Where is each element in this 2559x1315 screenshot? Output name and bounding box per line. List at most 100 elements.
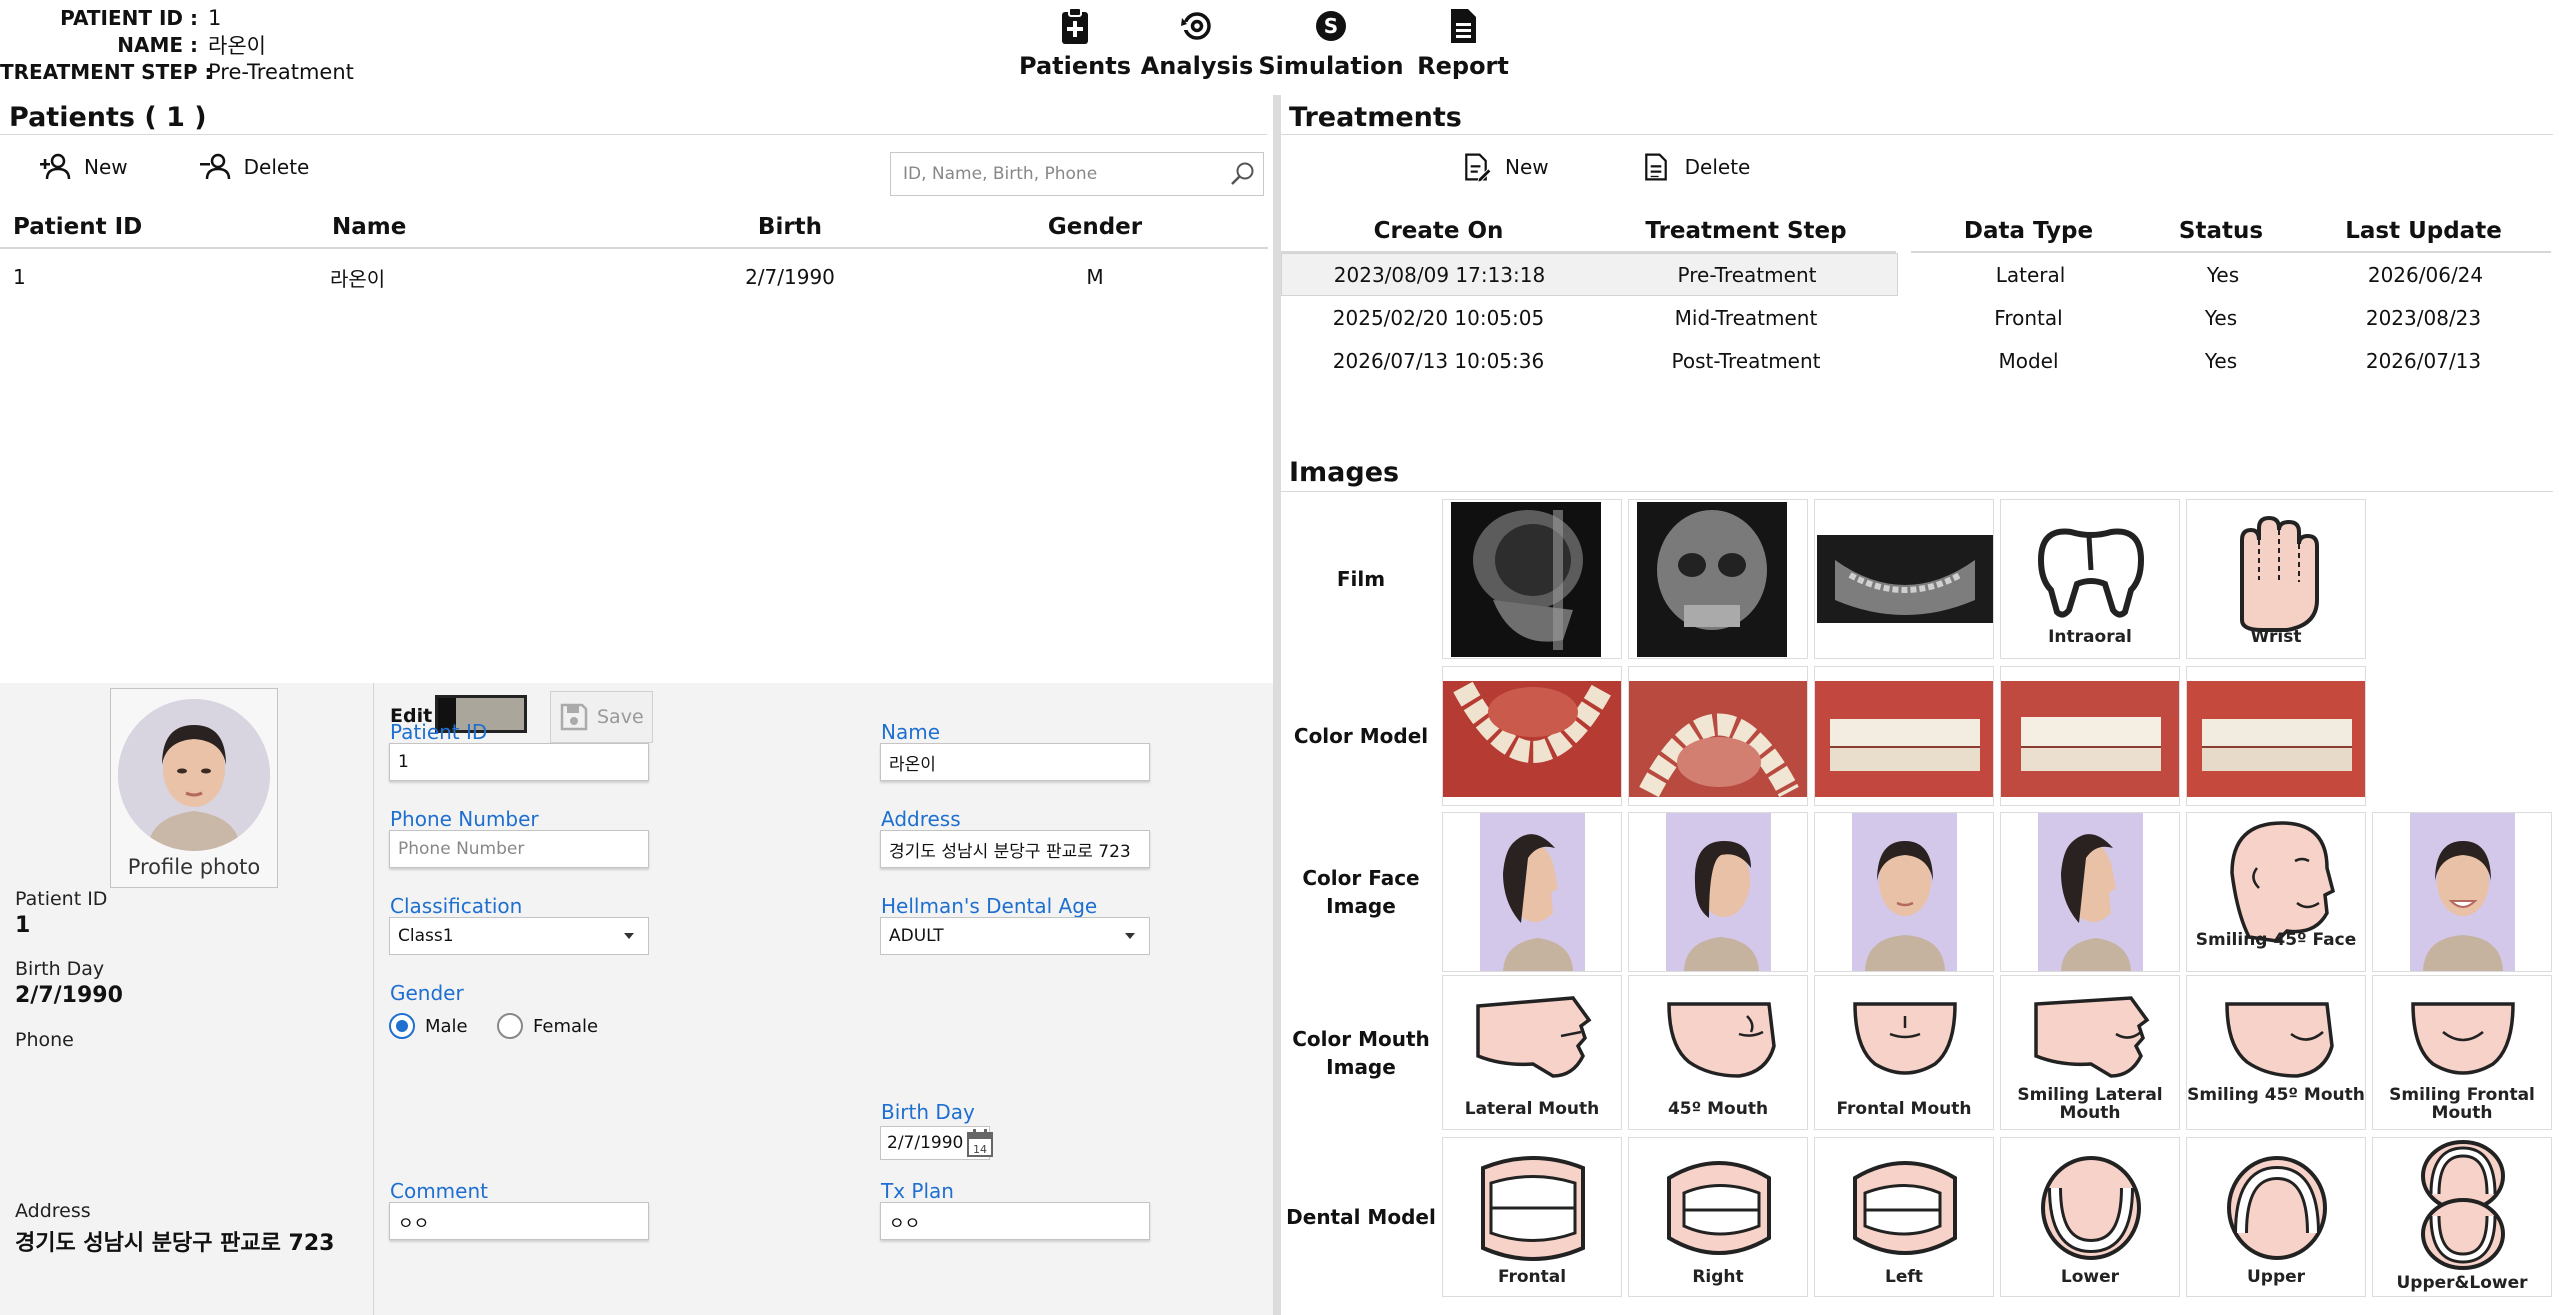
col-status[interactable]: Status — [2146, 218, 2296, 244]
col-treatment-step[interactable]: Treatment Step — [1596, 218, 1896, 244]
treatment-step-value: Pre-Treatment — [208, 59, 354, 84]
profile-photo-card[interactable]: Profile photo — [110, 688, 278, 888]
dental-upper-thumb[interactable]: Upper — [2186, 1137, 2366, 1297]
panoramic-xray-image — [1817, 535, 1993, 623]
thumb-caption: Left — [1885, 1267, 1923, 1287]
images-title: Images — [1281, 452, 2553, 492]
table-row[interactable]: 2023/08/09 17:13:18 Pre-Treatment Latera… — [1281, 253, 2555, 296]
intraoral-film-thumb[interactable]: Intraoral — [2000, 499, 2180, 659]
patient-search — [890, 152, 1264, 196]
address-field[interactable] — [880, 830, 1150, 868]
face-lateral-photo — [1480, 813, 1585, 971]
wrist-film-thumb[interactable]: Wrist — [2186, 499, 2366, 659]
col-last-update[interactable]: Last Update — [2296, 218, 2551, 244]
frontal-xray-image — [1637, 502, 1787, 657]
patient-id-label: PATIENT ID : — [60, 5, 198, 30]
dental-upper-lower-thumb[interactable]: Upper&Lower — [2372, 1137, 2552, 1297]
image-row-color-mouth: Color Mouth Image Lateral Mouth 45º Mout… — [1281, 975, 2559, 1130]
gender-male-radio[interactable]: Male — [389, 1013, 468, 1039]
pane-divider[interactable] — [1273, 95, 1281, 1315]
col-patient-id[interactable]: Patient ID — [0, 214, 320, 240]
thumb-caption: Right — [1692, 1267, 1744, 1287]
delete-patient-button[interactable]: Delete — [198, 152, 309, 182]
comment-field[interactable] — [389, 1202, 649, 1240]
txplan-field[interactable] — [880, 1202, 1150, 1240]
color-model-upper-thumb[interactable] — [1628, 666, 1808, 806]
dental-age-select[interactable]: ADULT — [880, 917, 1150, 955]
nav-simulation-button[interactable]: S Simulation — [1258, 0, 1404, 92]
patient-id-field-label: Patient ID — [390, 720, 488, 744]
dental-frontal-thumb[interactable]: Frontal — [1442, 1137, 1622, 1297]
save-icon — [560, 703, 588, 731]
col-data-type[interactable]: Data Type — [1911, 218, 2146, 244]
save-button[interactable]: Save — [550, 691, 653, 743]
mouth-frontal-thumb[interactable]: Frontal Mouth — [1814, 975, 1994, 1130]
face-frontal-thumb[interactable] — [1814, 812, 1994, 972]
nav-report-button[interactable]: Report — [1398, 0, 1528, 92]
summary-address-label: Address — [15, 1200, 91, 1222]
delete-treatment-button[interactable]: Delete — [1639, 152, 1750, 182]
face-45-thumb[interactable] — [1628, 812, 1808, 972]
search-icon[interactable] — [1223, 154, 1263, 194]
dental-left-thumb[interactable]: Left — [1814, 1137, 1994, 1297]
cell-data-type: Lateral — [1995, 262, 2066, 287]
nav-analysis-button[interactable]: Analysis — [1130, 0, 1264, 92]
calendar-icon[interactable]: 14 — [966, 1128, 994, 1158]
cell-gender: M — [1086, 265, 1104, 289]
mouth-smiling-lateral-thumb[interactable]: Smiling Lateral Mouth — [2000, 975, 2180, 1130]
face-smiling-frontal-thumb[interactable] — [2372, 812, 2552, 972]
new-treatment-button[interactable]: New — [1459, 152, 1549, 182]
treatments-toolbar: New Delete — [1281, 135, 2559, 199]
lateral-ceph-thumb[interactable] — [1442, 499, 1622, 659]
col-create-on[interactable]: Create On — [1281, 218, 1596, 244]
phone-field[interactable] — [389, 830, 649, 868]
face-smiling-45-thumb[interactable]: Smiling 45º Face — [2186, 812, 2366, 972]
color-model-right-thumb[interactable] — [1814, 666, 1994, 806]
panoramic-thumb[interactable] — [1814, 499, 1994, 659]
col-gender[interactable]: Gender — [930, 214, 1260, 240]
patient-id-field[interactable] — [389, 743, 649, 781]
gender-female-radio[interactable]: Female — [497, 1013, 598, 1039]
classification-select[interactable]: Class1 — [389, 917, 649, 955]
cell-data-type: Frontal — [1994, 305, 2063, 330]
summary-address-value: 경기도 성남시 분당구 판교로 723 — [15, 1231, 335, 1256]
search-input[interactable] — [891, 164, 1223, 184]
current-patient-info: PATIENT ID : 1 NAME : 라온이 TREATMENT STEP… — [0, 4, 400, 85]
cell-treatment-step: Pre-Treatment — [1677, 262, 1817, 287]
mouth-45-thumb[interactable]: 45º Mouth — [1628, 975, 1808, 1130]
thumb-caption: Lateral Mouth — [1464, 1099, 1600, 1119]
mouth-smiling-45-thumb[interactable]: Smiling 45º Mouth — [2186, 975, 2366, 1130]
mouth-smiling-frontal-thumb[interactable]: Smiling Frontal Mouth — [2372, 975, 2552, 1130]
new-patient-button[interactable]: New — [38, 152, 128, 182]
cell-status: Yes — [2204, 348, 2238, 373]
col-name[interactable]: Name — [320, 214, 650, 240]
summary-phone-label: Phone — [15, 1029, 74, 1051]
face-smiling-lateral-thumb[interactable] — [2000, 812, 2180, 972]
table-row[interactable]: 2026/07/13 10:05:36 Post-Treatment Model… — [1281, 339, 2555, 382]
patient-edit-form: Edit Save Patient ID Name Phone Number A… — [375, 683, 1273, 1315]
thumb-caption: Frontal — [1497, 1267, 1567, 1287]
table-row[interactable]: 1 라온이 2/7/1990 M — [0, 249, 1268, 305]
dental-right-thumb[interactable]: Right — [1628, 1137, 1808, 1297]
face-lateral-thumb[interactable] — [1442, 812, 1622, 972]
color-model-left-thumb[interactable] — [2186, 666, 2366, 806]
gender-male-label: Male — [425, 1015, 468, 1037]
mouth-lateral-thumb[interactable]: Lateral Mouth — [1442, 975, 1622, 1130]
color-model-frontal-thumb[interactable] — [2000, 666, 2180, 806]
patient-summary: Profile photo Patient ID 1 Birth Day 2/7… — [0, 683, 374, 1315]
table-row[interactable]: 2025/02/20 10:05:05 Mid-Treatment Fronta… — [1281, 296, 2555, 339]
name-field-label: Name — [881, 720, 941, 744]
dental-lower-thumb[interactable]: Lower — [2000, 1137, 2180, 1297]
chevron-down-icon — [1125, 933, 1135, 939]
thumb-caption: 45º Mouth — [1667, 1099, 1769, 1119]
image-row-dental-model: Dental Model Frontal Right Left Lower Up… — [1281, 1137, 2559, 1297]
cell-create-on: 2025/02/20 10:05:05 — [1332, 305, 1545, 330]
frontal-ceph-thumb[interactable] — [1628, 499, 1808, 659]
name-label: NAME : — [117, 32, 198, 57]
name-field[interactable] — [880, 743, 1150, 781]
col-birth[interactable]: Birth — [650, 214, 930, 240]
nav-patients-button[interactable]: Patients — [1019, 0, 1131, 92]
patients-pane: Patients ( 1 ) New Delete ID, Name, Birt… — [0, 95, 1273, 1315]
color-model-lower-thumb[interactable] — [1442, 666, 1622, 806]
image-row-color-model: Color Model — [1281, 666, 2559, 806]
